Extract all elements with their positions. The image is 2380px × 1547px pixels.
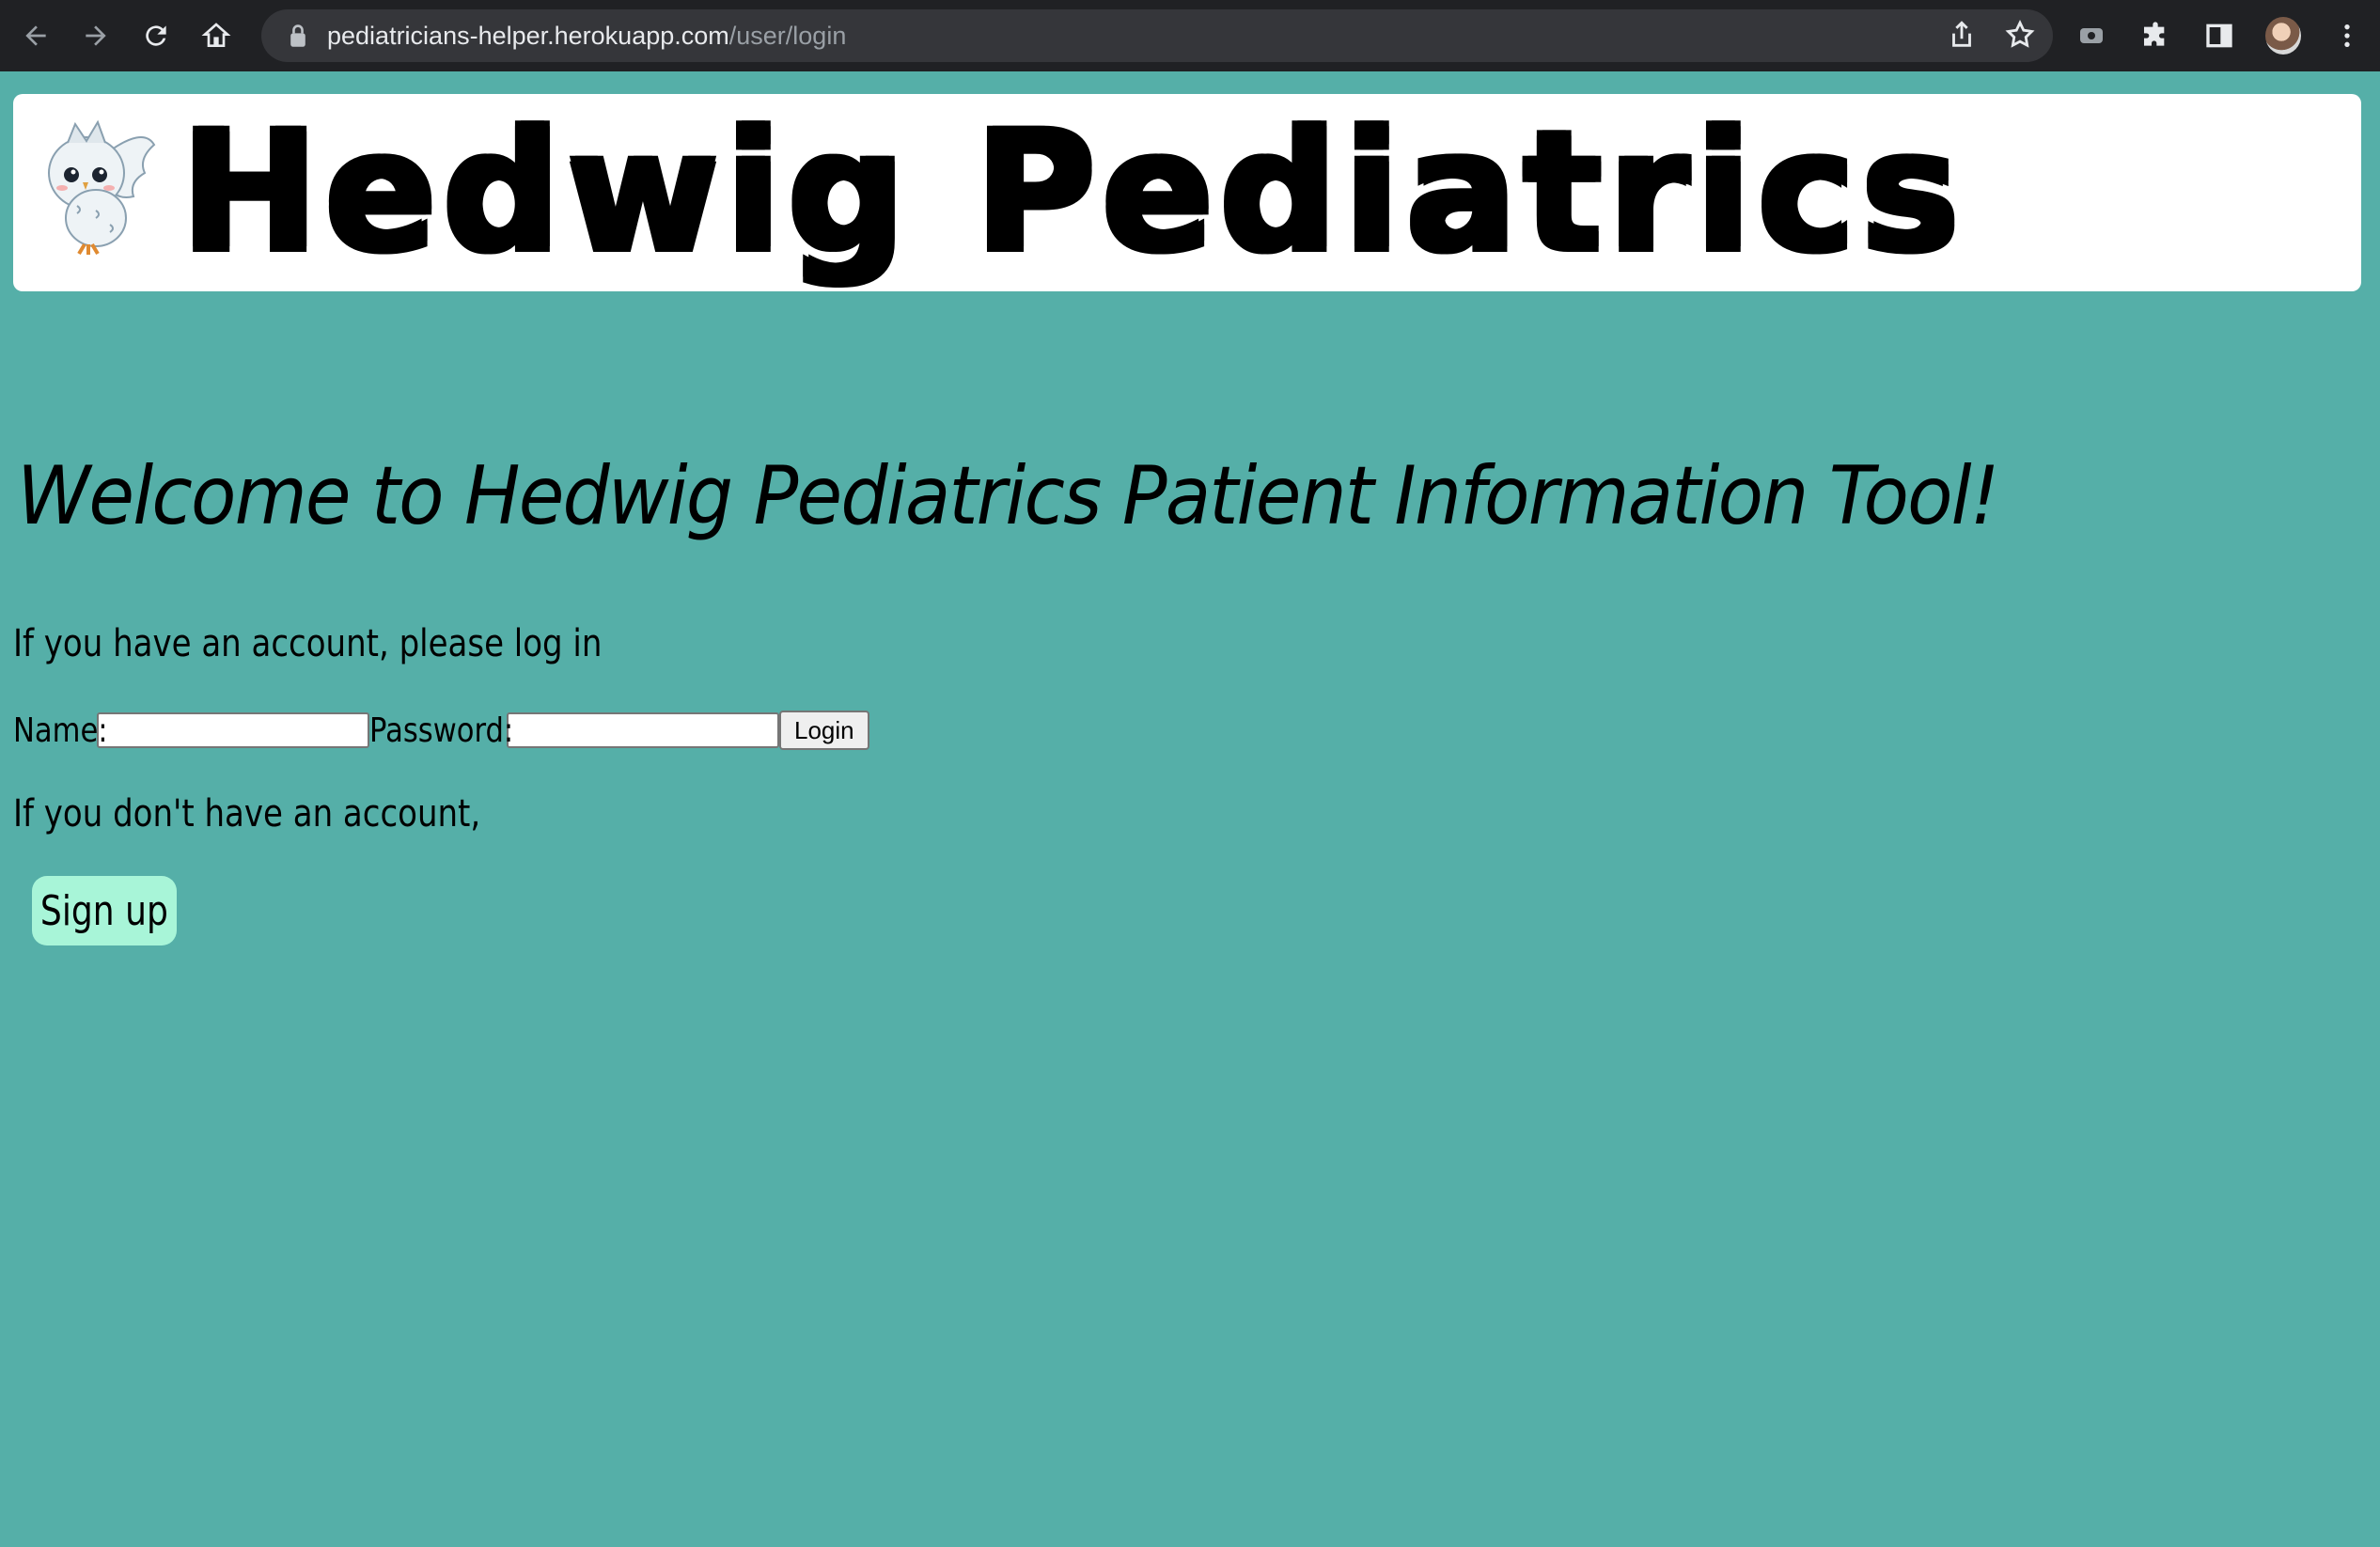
reload-button[interactable] <box>133 13 179 58</box>
login-prompt: If you have an account, please log in <box>13 622 603 665</box>
url-host: pediatricians-helper.herokuapp.com <box>327 21 729 50</box>
password-label: Password: <box>369 711 514 750</box>
login-form: Name: Password: Login <box>13 711 869 750</box>
menu-button[interactable] <box>2329 13 2365 58</box>
url-text: pediatricians-helper.herokuapp.com/user/… <box>327 22 846 51</box>
forward-icon <box>86 25 106 46</box>
share-icon[interactable] <box>1946 19 1978 51</box>
reload-icon <box>146 25 166 46</box>
sidepanel-button[interactable] <box>2201 13 2237 58</box>
profile-button[interactable] <box>2265 13 2301 58</box>
back-icon <box>25 25 46 46</box>
welcome-heading: Welcome to Hedwig Pediatrics Patient Inf… <box>17 449 2000 543</box>
password-input[interactable] <box>507 712 779 748</box>
url-path: /user/login <box>728 21 847 50</box>
name-input[interactable] <box>97 712 369 748</box>
media-button[interactable] <box>2074 13 2109 58</box>
brand-title: Hedwig Pediatrics <box>180 96 1965 289</box>
extensions-icon <box>2144 22 2165 46</box>
sidepanel-icon <box>2206 23 2232 48</box>
owl-icon <box>48 119 156 256</box>
media-icon <box>2080 28 2103 43</box>
extensions-button[interactable] <box>2137 13 2173 58</box>
signup-button[interactable]: Sign up <box>32 876 177 945</box>
back-button[interactable] <box>13 13 58 58</box>
menu-icon <box>2344 24 2350 47</box>
browser-toolbar: pediatricians-helper.herokuapp.com/user/… <box>0 0 2380 71</box>
name-label: Name: <box>13 711 108 750</box>
signup-prompt: If you don't have an account, <box>13 792 481 836</box>
lock-icon <box>290 24 305 47</box>
avatar <box>2265 17 2301 55</box>
address-bar[interactable]: pediatricians-helper.herokuapp.com/user/… <box>261 9 2053 62</box>
forward-button[interactable] <box>73 13 118 58</box>
login-button[interactable]: Login <box>779 711 869 750</box>
home-icon <box>201 23 231 47</box>
star-icon[interactable] <box>2004 19 2036 51</box>
signup-label: Sign up <box>40 886 168 935</box>
home-button[interactable] <box>194 13 239 58</box>
